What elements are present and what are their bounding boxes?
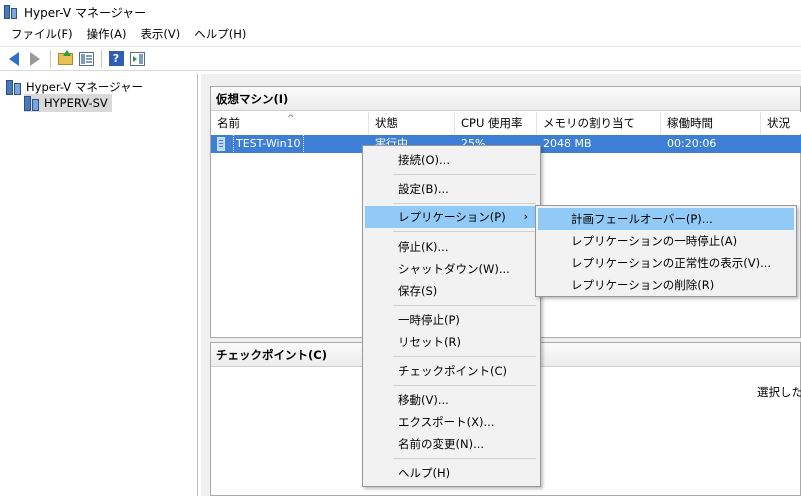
menu-separator <box>393 305 536 306</box>
menu-item-move[interactable]: 移動(V)... <box>365 389 538 411</box>
menu-item-connect[interactable]: 接続(O)... <box>365 149 538 171</box>
menu-file[interactable]: ファイル(F) <box>4 24 80 44</box>
menu-item-stop[interactable]: 停止(K)... <box>365 236 538 258</box>
show-hide-tree-button[interactable] <box>76 49 96 69</box>
vm-name: TEST-Win10 <box>233 134 304 154</box>
forward-button[interactable] <box>25 49 45 69</box>
show-hide-tree-icon <box>78 51 94 66</box>
vm-name-cell: TEST-Win10 <box>211 134 369 154</box>
menu-item-label: レプリケーション(P) <box>398 210 506 224</box>
menu-separator <box>393 458 536 459</box>
menu-separator <box>393 174 536 175</box>
menu-separator <box>393 203 536 204</box>
submenu-item-pause-replication[interactable]: レプリケーションの一時停止(A) <box>538 230 794 252</box>
column-header-cpu[interactable]: CPU 使用率 <box>455 112 537 134</box>
menu-help[interactable]: ヘルプ(H) <box>187 24 253 44</box>
replication-submenu: 計画フェールオーバー(P)... レプリケーションの一時停止(A) レプリケーシ… <box>535 205 797 297</box>
menu-item-checkpoint[interactable]: チェックポイント(C) <box>365 360 538 382</box>
hyperv-app-icon <box>4 4 18 20</box>
back-arrow-icon <box>9 51 19 66</box>
menu-separator <box>393 385 536 386</box>
menu-item-shutdown[interactable]: シャットダウン(W)... <box>365 258 538 280</box>
menu-item-settings[interactable]: 設定(B)... <box>365 178 538 200</box>
menu-item-rename[interactable]: 名前の変更(N)... <box>365 433 538 455</box>
navigation-tree: Hyper-V マネージャー HYPERV-SV <box>0 74 198 496</box>
menu-view[interactable]: 表示(V) <box>133 24 187 44</box>
menu-separator <box>393 356 536 357</box>
show-hide-action-pane-icon <box>129 51 145 66</box>
vm-column-header: 名前 ^ 状態 CPU 使用率 メモリの割り当て 稼働時間 状況 <box>211 112 801 134</box>
show-hide-action-pane-button[interactable] <box>127 49 147 69</box>
menu-item-pause[interactable]: 一時停止(P) <box>365 309 538 331</box>
menu-action[interactable]: 操作(A) <box>80 24 134 44</box>
column-header-uptime[interactable]: 稼働時間 <box>661 112 761 134</box>
submenu-item-remove-replication[interactable]: レプリケーションの削除(R) <box>538 274 794 296</box>
column-header-status[interactable]: 状況 <box>761 112 801 134</box>
context-menu: 接続(O)... 設定(B)... レプリケーション(P) › 停止(K)...… <box>362 145 541 487</box>
back-button[interactable] <box>4 49 24 69</box>
sort-caret-icon: ^ <box>287 114 295 124</box>
column-header-memory[interactable]: メモリの割り当て <box>537 112 661 134</box>
column-header-state[interactable]: 状態 <box>369 112 455 134</box>
menu-item-reset[interactable]: リセット(R) <box>365 331 538 353</box>
chevron-right-icon: › <box>523 210 528 223</box>
menu-item-export[interactable]: エクスポート(X)... <box>365 411 538 433</box>
tree-item-label: Hyper-V マネージャー <box>26 80 144 94</box>
toolbar-separator <box>101 49 102 68</box>
checkpoint-message: 選択した <box>757 385 801 399</box>
menu-bar: ファイル(F) 操作(A) 表示(V) ヘルプ(H) <box>0 24 801 44</box>
menu-item-help[interactable]: ヘルプ(H) <box>365 462 538 484</box>
menu-separator <box>393 231 536 232</box>
toolbar: ? <box>0 46 801 71</box>
vm-status <box>761 135 801 153</box>
vm-uptime: 00:20:06 <box>667 137 717 150</box>
help-button[interactable]: ? <box>106 49 126 69</box>
tree-item-label: HYPERV-SV <box>44 96 108 110</box>
hyperv-manager-icon <box>6 79 22 95</box>
up-level-button[interactable] <box>55 49 75 69</box>
toolbar-separator <box>50 49 51 68</box>
forward-arrow-icon <box>30 51 40 66</box>
menu-item-save[interactable]: 保存(S) <box>365 280 538 302</box>
server-icon <box>24 95 40 111</box>
submenu-item-planned-failover[interactable]: 計画フェールオーバー(P)... <box>538 208 794 230</box>
menu-item-replication[interactable]: レプリケーション(P) › <box>365 206 538 228</box>
column-header-name[interactable]: 名前 ^ <box>211 112 369 134</box>
help-icon: ? <box>108 51 124 66</box>
section-title: 仮想マシン(I) <box>211 87 800 111</box>
up-folder-icon <box>57 49 73 65</box>
virtual-machine-icon <box>217 137 225 151</box>
window-title: Hyper-V マネージャー <box>24 5 147 20</box>
tree-item-server[interactable]: HYPERV-SV <box>24 94 112 112</box>
title-bar: Hyper-V マネージャー <box>0 0 801 24</box>
submenu-item-view-replication-health[interactable]: レプリケーションの正常性の表示(V)... <box>538 252 794 274</box>
vm-memory: 2048 MB <box>543 137 592 150</box>
